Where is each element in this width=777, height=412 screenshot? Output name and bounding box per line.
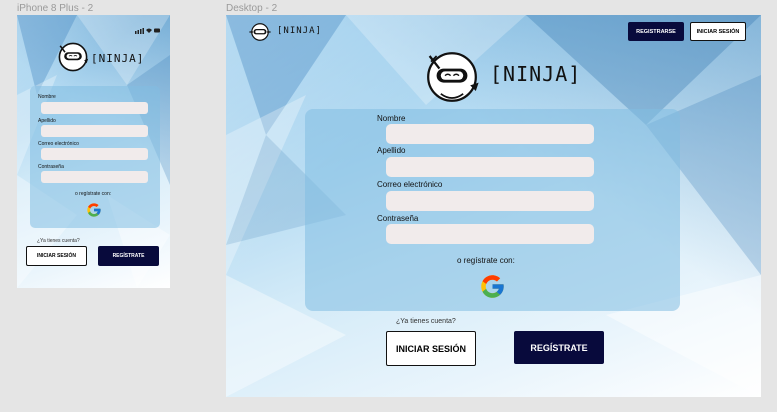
- lastname-label: Apellido: [38, 118, 56, 124]
- login-button[interactable]: INICIAR SESIÓN: [26, 246, 87, 266]
- header-ninja-icon: [248, 22, 272, 47]
- password-input[interactable]: [41, 171, 148, 183]
- name-input[interactable]: [41, 102, 148, 114]
- lastname-input[interactable]: [41, 125, 148, 137]
- register-button[interactable]: REGÍSTRATE: [98, 246, 159, 266]
- register-with-text: o regístrate con:: [75, 191, 112, 197]
- ninja-mascot-icon: [57, 41, 89, 78]
- name-input[interactable]: [386, 124, 594, 144]
- email-label: Correo electrónico: [377, 180, 443, 189]
- have-account-text: ¿Ya tienes cuenta?: [37, 238, 80, 244]
- email-input[interactable]: [386, 191, 594, 211]
- header-brand: [NINJA]: [277, 26, 322, 36]
- lastname-label: Apellido: [377, 146, 406, 155]
- name-label: Nombre: [38, 94, 56, 100]
- password-input[interactable]: [386, 224, 594, 244]
- name-label: Nombre: [377, 114, 406, 123]
- mobile-frame-label: iPhone 8 Plus - 2: [17, 3, 94, 14]
- status-bar: [135, 21, 161, 39]
- brand-name: [NINJA]: [91, 52, 145, 65]
- header-login-button[interactable]: INICIAR SESIÓN: [690, 22, 746, 41]
- register-with-text: o regístrate con:: [457, 256, 515, 265]
- email-input[interactable]: [41, 148, 148, 160]
- header-register-button[interactable]: REGISTRARSE: [628, 22, 684, 41]
- password-label: Contraseña: [38, 164, 64, 170]
- mobile-artboard: [NINJA] Nombre Apellido Correo electróni…: [17, 15, 170, 288]
- password-label: Contraseña: [377, 214, 419, 223]
- have-account-text: ¿Ya tienes cuenta?: [396, 318, 456, 325]
- status-icons: [135, 28, 160, 34]
- register-button[interactable]: REGÍSTRATE: [514, 331, 604, 364]
- google-icon[interactable]: [479, 273, 506, 305]
- email-label: Correo electrónico: [38, 141, 79, 147]
- desktop-frame-label: Desktop - 2: [226, 3, 278, 14]
- ninja-mascot-icon: [424, 49, 480, 110]
- brand-name: [NINJA]: [490, 62, 582, 86]
- lastname-input[interactable]: [386, 157, 594, 177]
- google-icon[interactable]: [86, 202, 102, 223]
- login-button[interactable]: INICIAR SESIÓN: [386, 331, 476, 366]
- desktop-artboard: [NINJA] REGISTRARSE INICIAR SESIÓN [NINJ…: [226, 15, 761, 397]
